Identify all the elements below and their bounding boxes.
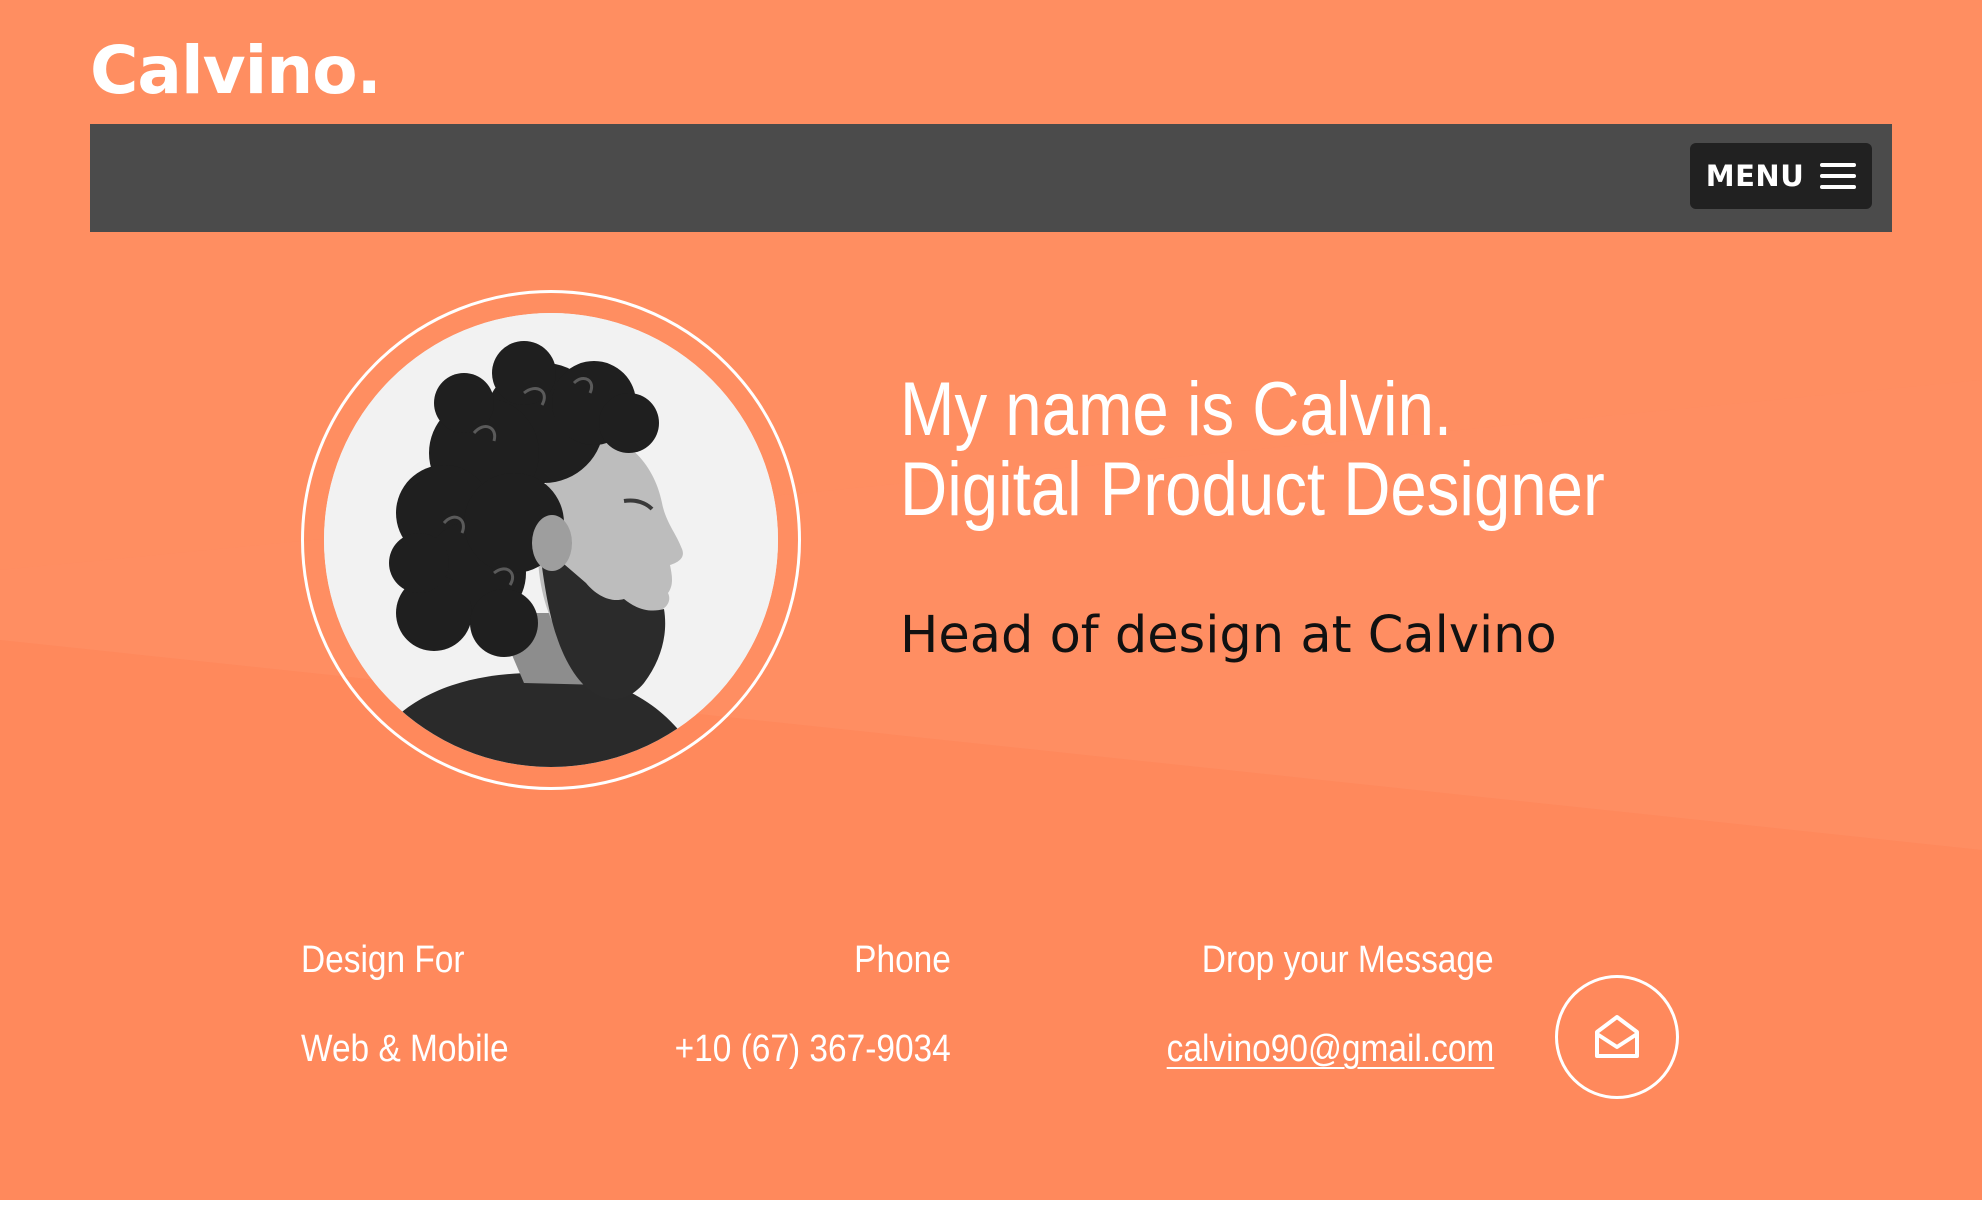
avatar <box>324 313 778 767</box>
hamburger-icon <box>1820 163 1857 189</box>
design-for-label: Design For <box>301 939 465 981</box>
open-envelope-icon <box>1595 1015 1639 1058</box>
phone-value: +10 (67) 367-9034 <box>674 1028 951 1070</box>
avatar-ring <box>301 290 801 790</box>
page-background: Calvino. MENU My name is Calvin. Digital… <box>0 0 1982 1200</box>
phone-label: Phone <box>854 939 951 981</box>
hero-subtitle: Head of design at Calvino <box>900 606 1557 665</box>
headline-line-name: My name is Calvin. <box>900 367 1453 452</box>
headline-line-role: Digital Product Designer <box>900 447 1605 532</box>
top-navbar: MENU <box>90 124 1892 232</box>
design-for-value: Web & Mobile <box>301 1028 509 1070</box>
menu-button[interactable]: MENU <box>1690 143 1872 209</box>
hero-headline: My name is Calvin. Digital Product Desig… <box>900 370 1605 530</box>
email-link[interactable]: calvino90@gmail.com <box>1166 1028 1494 1072</box>
profile-photo <box>324 313 778 767</box>
message-label: Drop your Message <box>1202 939 1494 981</box>
mail-button[interactable] <box>1555 975 1679 1099</box>
menu-button-label: MENU <box>1705 159 1805 193</box>
site-logo[interactable]: Calvino. <box>90 38 382 104</box>
